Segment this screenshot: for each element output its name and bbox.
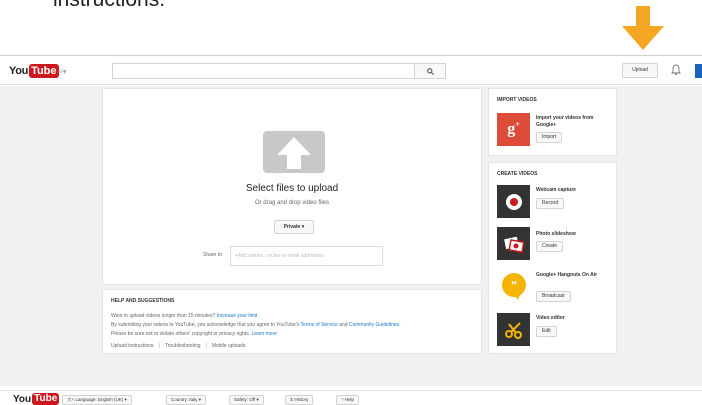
- footer-youtube-logo[interactable]: You Tube: [13, 393, 60, 405]
- video-editor-label: Video editor: [536, 315, 565, 321]
- help-links: Upload instructions | Troubleshooting | Mobi…: [111, 343, 246, 349]
- country-button[interactable]: Country: Italy ▾: [166, 395, 207, 405]
- upload-button[interactable]: Upload: [622, 63, 658, 78]
- instruction-text: instructions.: [53, 0, 165, 12]
- create-card: CREATE VIDEOS Webcam capture Record Phot…: [488, 162, 617, 354]
- share-label: Share to:: [203, 252, 224, 258]
- upload-instructions-link[interactable]: Upload instructions: [111, 343, 154, 349]
- main-content: Select files to upload Or drag and drop …: [0, 86, 702, 386]
- import-card: IMPORT VIDEOS g+ Import your videos from…: [488, 88, 617, 156]
- masthead: You Tube ≡▾ Upload: [0, 55, 702, 85]
- photo-slideshow-label: Photo slideshow: [536, 231, 576, 237]
- search-icon: [426, 67, 434, 75]
- arrow-down-icon: [622, 6, 664, 50]
- photo-slideshow-icon: [497, 227, 530, 260]
- import-google-plus-label: Import your videos from Google+: [536, 115, 594, 128]
- import-title: IMPORT VIDEOS: [497, 97, 537, 103]
- help-title: HELP AND SUGGESTIONS: [111, 298, 175, 304]
- community-guidelines-link[interactable]: Community Guidelines: [349, 322, 399, 328]
- upload-arrow-icon[interactable]: [263, 131, 325, 173]
- google-plus-icon: g+: [497, 113, 530, 146]
- learn-more-link[interactable]: Learn more: [251, 331, 277, 337]
- upload-card: Select files to upload Or drag and drop …: [102, 88, 482, 285]
- drag-drop-hint: Or drag and drop video files: [254, 200, 330, 206]
- search-button[interactable]: [414, 63, 446, 79]
- guide-menu-icon[interactable]: ≡▾: [58, 67, 67, 76]
- record-button[interactable]: Record: [536, 198, 565, 209]
- webcam-icon: [497, 185, 530, 218]
- search-input[interactable]: [112, 63, 414, 79]
- language-icon: 文A: [67, 397, 76, 402]
- privacy-dropdown[interactable]: Private ▾: [274, 220, 314, 234]
- help-line-copyright: Please be sure not to violate others' co…: [111, 331, 278, 337]
- hangouts-icon: ": [497, 269, 530, 302]
- footer: You Tube 文A Language: English (UK) ▾ Cou…: [0, 390, 702, 405]
- terms-link[interactable]: Terms of Service: [301, 322, 338, 328]
- webcam-capture-label: Webcam capture: [536, 187, 576, 193]
- mobile-uploads-link[interactable]: Mobile uploads: [212, 343, 246, 349]
- create-slideshow-button[interactable]: Create: [536, 241, 564, 252]
- select-files-label[interactable]: Select files to upload: [103, 183, 481, 194]
- edit-button[interactable]: Edit: [536, 326, 557, 337]
- video-editor-icon: [497, 313, 530, 346]
- svg-text:": ": [510, 278, 516, 293]
- help-button[interactable]: ? Help: [336, 395, 360, 405]
- safety-button[interactable]: Safety: Off ▾: [229, 395, 264, 405]
- import-button[interactable]: Import: [536, 132, 563, 143]
- increase-limit-link[interactable]: Increase your limit: [217, 313, 258, 319]
- help-line-limit: Want to upload videos longer than 15 min…: [111, 313, 258, 319]
- help-line-terms: By submitting your videos to YouTube, yo…: [111, 322, 401, 328]
- broadcast-button[interactable]: Broadcast: [536, 291, 571, 302]
- hangouts-on-air-label: Google+ Hangouts On Air: [536, 272, 598, 278]
- troubleshooting-link[interactable]: Troubleshooting: [165, 343, 201, 349]
- language-button[interactable]: 文A Language: English (UK) ▾: [62, 395, 132, 405]
- account-avatar[interactable]: [695, 64, 702, 78]
- create-title: CREATE VIDEOS: [497, 171, 538, 177]
- help-card: HELP AND SUGGESTIONS Want to upload vide…: [102, 289, 482, 354]
- history-button[interactable]: ⧗ History: [285, 395, 314, 405]
- share-input[interactable]: +Add names, circles or email addresses: [230, 246, 383, 266]
- notification-bell-icon[interactable]: [671, 64, 681, 76]
- youtube-logo[interactable]: You Tube: [9, 64, 59, 78]
